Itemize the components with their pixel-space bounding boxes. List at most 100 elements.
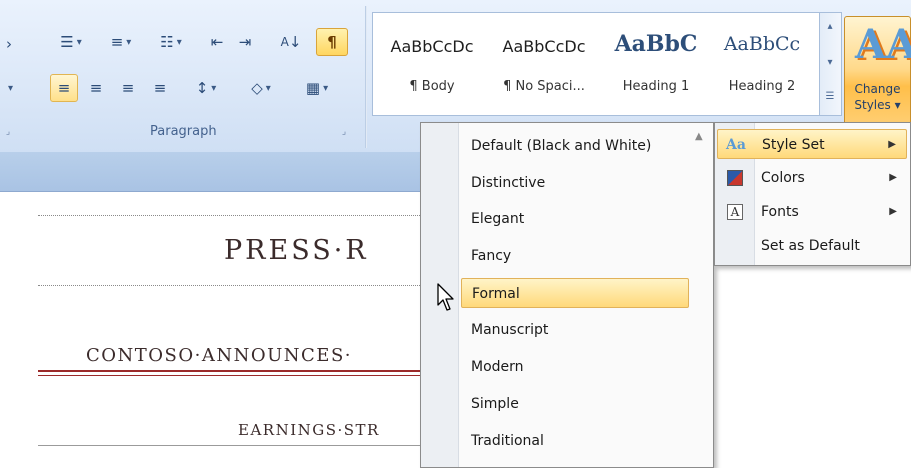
- chevron-down-icon: ▾: [76, 36, 82, 48]
- document-title: PRESS·R: [224, 235, 369, 266]
- style-set-default[interactable]: Default (Black and White): [461, 131, 689, 161]
- line-spacing-icon: ↕: [195, 79, 209, 97]
- style-name: ¶ No Spaci...: [503, 79, 585, 94]
- change-styles-icon: AA: [855, 21, 911, 68]
- align-center-icon: ≡: [89, 79, 103, 97]
- dotted-rule: [38, 215, 438, 216]
- menu-item-label: Style Set: [762, 137, 825, 153]
- group-separator: [365, 6, 367, 148]
- multilevel-list-button[interactable]: ☷ ▾: [148, 28, 194, 56]
- chevron-down-icon: ▾: [265, 82, 271, 94]
- document-heading: EARNINGS·STR: [238, 421, 380, 439]
- submenu-arrow-icon: ▶: [889, 172, 897, 183]
- submenu-arrow-icon: ▶: [888, 139, 896, 150]
- chevron-down-icon: ▾: [323, 82, 329, 94]
- style-set-elegant[interactable]: Elegant: [461, 204, 689, 234]
- numbering-button[interactable]: ≡ ▾: [98, 28, 144, 56]
- menu-item-label: Fonts: [761, 204, 799, 220]
- style-set-formal[interactable]: Formal: [461, 278, 689, 308]
- align-center-button[interactable]: ≡: [82, 74, 110, 102]
- heading-rule: [38, 445, 438, 446]
- scroll-down-icon[interactable]: ▾: [820, 57, 840, 68]
- menu-item-label: Set as Default: [761, 238, 860, 254]
- mouse-cursor-icon: [437, 283, 454, 311]
- chevron-down-icon: ▾: [211, 82, 217, 94]
- menu-item-colors[interactable]: Colors ▶: [717, 163, 907, 193]
- document-subtitle: CONTOSO·ANNOUNCES·: [86, 345, 352, 366]
- line-spacing-button[interactable]: ↕ ▾: [184, 74, 228, 102]
- decrease-indent-icon: ⇤: [210, 33, 224, 51]
- change-styles-label-line1: Change: [854, 82, 901, 96]
- style-set-traditional[interactable]: Traditional: [461, 426, 689, 456]
- borders-icon: ▦: [305, 79, 321, 97]
- menu-item-fonts[interactable]: A Fonts ▶: [717, 197, 907, 227]
- gallery-scrollbar[interactable]: ▴ ▾ ☰: [820, 12, 842, 116]
- change-styles-label-line2: Styles ▾: [854, 98, 901, 112]
- numbering-icon: ≡: [110, 33, 124, 51]
- multilevel-list-icon: ☷: [160, 33, 174, 51]
- style-name: Heading 1: [622, 79, 690, 94]
- style-sample: AaBbCcDc: [502, 37, 586, 56]
- style-set-menu: ▲ Default (Black and White) Distinctive …: [420, 122, 714, 468]
- chevron-down-icon: ▾: [126, 36, 132, 48]
- change-styles-menu: Aa Style Set ▶ Colors ▶ A Fonts ▶ Set as…: [714, 122, 911, 266]
- scroll-up-icon[interactable]: ▴: [820, 21, 840, 32]
- menu-item-style-set[interactable]: Aa Style Set ▶: [717, 129, 907, 159]
- decrease-indent-button[interactable]: ⇤: [204, 28, 230, 56]
- justify-button[interactable]: ≡: [146, 74, 174, 102]
- show-formatting-button[interactable]: ¶: [316, 28, 348, 56]
- align-right-icon: ≡: [121, 79, 135, 97]
- style-set-modern[interactable]: Modern: [461, 352, 689, 382]
- align-left-icon: ≡: [57, 79, 71, 97]
- bullets-button[interactable]: ☰ ▾: [48, 28, 94, 56]
- align-left-button[interactable]: ≡: [50, 74, 78, 102]
- style-set-fancy[interactable]: Fancy: [461, 241, 689, 271]
- style-sample: AaBbCc: [723, 33, 801, 55]
- chevron-down-icon: ▾: [176, 36, 182, 48]
- shading-button[interactable]: ◇ ▾: [236, 74, 286, 102]
- align-right-button[interactable]: ≡: [114, 74, 142, 102]
- style-set-simple[interactable]: Simple: [461, 389, 689, 419]
- shading-icon: ◇: [251, 79, 263, 97]
- style-set-distinctive[interactable]: Distinctive: [461, 168, 689, 198]
- menu-item-set-as-default[interactable]: Set as Default: [717, 231, 907, 261]
- sort-button[interactable]: A ↓: [276, 28, 306, 56]
- colors-icon: [727, 170, 743, 186]
- change-styles-label: Change Styles ▾: [845, 81, 910, 113]
- gallery-more-icon[interactable]: ☰: [820, 91, 840, 102]
- clipped-ribbon-button[interactable]: ›: [0, 30, 18, 58]
- paragraph-group: › ▾ ⌟ ☰ ▾ ≡ ▾ ☷ ▾ ⇤ ⇥ A ↓ ¶ ≡ ≡ ≡ ≡ ↕ ▾ …: [0, 0, 365, 152]
- increase-indent-button[interactable]: ⇥: [232, 28, 258, 56]
- red-rule: [38, 370, 438, 372]
- red-rule-thin: [38, 375, 438, 376]
- style-set-icon: Aa: [726, 137, 746, 153]
- style-sample: AaBbC: [614, 31, 698, 57]
- borders-button[interactable]: ▦ ▾: [292, 74, 342, 102]
- sort-arrow-icon: ↓: [288, 33, 302, 51]
- change-styles-button[interactable]: AA Change Styles ▾: [844, 16, 911, 134]
- submenu-arrow-icon: ▶: [889, 206, 897, 217]
- style-tile-heading-1[interactable]: AaBbC Heading 1: [601, 19, 711, 109]
- increase-indent-icon: ⇥: [238, 33, 252, 51]
- pilcrow-icon: ¶: [327, 33, 337, 51]
- justify-icon: ≡: [153, 79, 167, 97]
- style-tile-no-spacing[interactable]: AaBbCcDc ¶ No Spaci...: [489, 19, 599, 109]
- style-sample: AaBbCcDc: [390, 37, 474, 56]
- style-name: ¶ Body: [409, 79, 455, 94]
- sort-icon: A: [280, 35, 289, 49]
- dotted-rule: [38, 285, 438, 286]
- paragraph-dialog-launcher-icon[interactable]: ⌟: [338, 126, 350, 138]
- bullets-icon: ☰: [60, 33, 74, 51]
- word-window: › ▾ ⌟ ☰ ▾ ≡ ▾ ☷ ▾ ⇤ ⇥ A ↓ ¶ ≡ ≡ ≡ ≡ ↕ ▾ …: [0, 0, 911, 468]
- fonts-icon: A: [727, 204, 743, 220]
- clipped-ribbon-dropdown[interactable]: ▾: [0, 74, 18, 102]
- styles-gallery: AaBbCcDc ¶ Body AaBbCcDc ¶ No Spaci... A…: [372, 12, 820, 116]
- style-tile-heading-2[interactable]: AaBbCc Heading 2: [707, 19, 817, 109]
- style-set-manuscript[interactable]: Manuscript: [461, 315, 689, 345]
- style-tile-body[interactable]: AaBbCcDc ¶ Body: [377, 19, 487, 109]
- style-name: Heading 2: [728, 79, 796, 94]
- menu-item-label: Colors: [761, 170, 805, 186]
- paragraph-group-label: Paragraph: [150, 124, 217, 139]
- menu-scroll-up-icon[interactable]: ▲: [695, 131, 703, 142]
- font-group-launcher-icon[interactable]: ⌟: [2, 126, 14, 138]
